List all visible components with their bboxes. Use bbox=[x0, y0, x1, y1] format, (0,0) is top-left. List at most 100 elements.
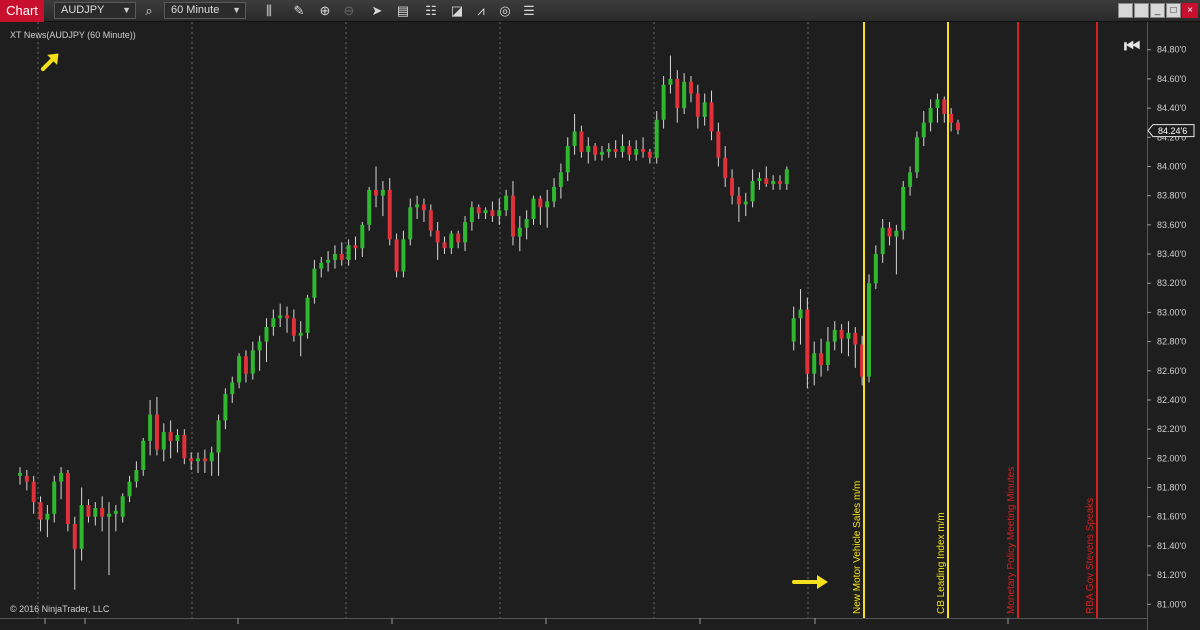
candle-up bbox=[531, 198, 536, 220]
candle-up bbox=[216, 420, 221, 453]
candle-up bbox=[250, 350, 255, 374]
candle-up bbox=[524, 219, 529, 228]
candle-up bbox=[237, 356, 242, 383]
candle-down bbox=[956, 122, 960, 130]
candle-down bbox=[421, 204, 426, 211]
candle-up bbox=[743, 201, 748, 205]
price-axis-label: 82.80'0 bbox=[1157, 337, 1186, 347]
candle-up bbox=[271, 318, 276, 328]
candle-up bbox=[223, 394, 228, 421]
candle-down bbox=[777, 181, 782, 184]
candle-down bbox=[949, 113, 954, 123]
candle-up bbox=[654, 119, 659, 158]
copyright-text: © 2016 NinjaTrader, LLC bbox=[10, 604, 110, 614]
candle-up bbox=[702, 102, 707, 117]
price-axis-label: 84.60'0 bbox=[1157, 74, 1186, 84]
candle-up bbox=[312, 268, 317, 298]
candle-up bbox=[812, 353, 817, 374]
candle-down bbox=[168, 432, 173, 441]
candle-up bbox=[209, 452, 214, 462]
candle-up bbox=[565, 146, 570, 173]
candle-down bbox=[853, 332, 858, 345]
candle-up bbox=[866, 283, 871, 377]
price-axis-label: 81.20'0 bbox=[1157, 570, 1186, 580]
candle-up bbox=[52, 481, 57, 514]
candle-up bbox=[298, 332, 303, 336]
candle-down bbox=[716, 131, 721, 158]
candle-up bbox=[278, 315, 283, 319]
current-price-label: 84.24'6 bbox=[1158, 126, 1187, 136]
price-axis-label: 83.40'0 bbox=[1157, 249, 1186, 259]
candle-down bbox=[154, 414, 159, 450]
candle-up bbox=[257, 341, 262, 351]
candle-up bbox=[326, 259, 331, 263]
candle-down bbox=[764, 178, 769, 184]
candle-up bbox=[175, 434, 180, 441]
candle-down bbox=[942, 99, 947, 114]
candle-down bbox=[887, 227, 892, 237]
price-chart: 84.80'084.60'084.40'084.20'084.00'083.80… bbox=[18, 22, 1195, 624]
price-axis-label: 84.80'0 bbox=[1157, 45, 1186, 55]
candle-up bbox=[79, 505, 84, 549]
candle-up bbox=[161, 432, 166, 450]
candle-up bbox=[668, 78, 673, 85]
candle-up bbox=[264, 327, 269, 342]
candle-up bbox=[682, 81, 687, 109]
candle-up bbox=[928, 108, 933, 123]
price-axis-label: 81.80'0 bbox=[1157, 483, 1186, 493]
candle-up bbox=[825, 341, 830, 365]
candle-down bbox=[374, 189, 379, 196]
candle-down bbox=[442, 242, 447, 249]
candle-up bbox=[771, 181, 776, 184]
price-axis-label: 84.00'0 bbox=[1157, 161, 1186, 171]
candle-down bbox=[285, 315, 290, 319]
price-axis-label: 81.00'0 bbox=[1157, 599, 1186, 609]
candle-up bbox=[497, 210, 502, 217]
candle-down bbox=[839, 329, 844, 339]
candle-down bbox=[435, 230, 440, 243]
candle-up bbox=[120, 496, 125, 517]
candle-up bbox=[558, 172, 563, 187]
candle-down bbox=[736, 195, 741, 205]
candle-up bbox=[319, 262, 324, 269]
news-event-label: CB Leading Index m/m bbox=[936, 512, 947, 614]
candle-down bbox=[723, 157, 728, 179]
candle-down bbox=[805, 309, 810, 374]
candle-down bbox=[291, 318, 296, 336]
candle-down bbox=[593, 146, 598, 155]
candle-up bbox=[750, 181, 755, 202]
candle-down bbox=[86, 505, 91, 517]
candle-up bbox=[504, 195, 509, 211]
price-axis-label: 83.20'0 bbox=[1157, 278, 1186, 288]
candle-up bbox=[141, 440, 146, 471]
candle-up bbox=[586, 146, 591, 152]
price-axis-label: 82.40'0 bbox=[1157, 395, 1186, 405]
candle-up bbox=[620, 146, 625, 152]
candle-up bbox=[798, 309, 803, 319]
candle-up bbox=[572, 131, 577, 147]
candle-up bbox=[914, 137, 919, 173]
candle-down bbox=[675, 78, 680, 109]
candle-down bbox=[613, 148, 618, 152]
candle-up bbox=[880, 227, 885, 255]
news-event-label: New Motor Vehicle Sales m/m bbox=[852, 481, 863, 614]
price-axis-label: 83.00'0 bbox=[1157, 307, 1186, 317]
candle-down bbox=[31, 481, 36, 503]
collapse-panel-icon[interactable]: ⏮ bbox=[1124, 36, 1140, 57]
arrow-part bbox=[817, 575, 828, 589]
candle-up bbox=[332, 254, 337, 260]
candle-down bbox=[394, 239, 399, 272]
price-axis-label: 81.40'0 bbox=[1157, 541, 1186, 551]
candle-up bbox=[901, 186, 906, 231]
candle-up bbox=[935, 99, 940, 109]
candle-up bbox=[599, 151, 604, 155]
candle-up bbox=[908, 172, 913, 187]
candle-down bbox=[189, 458, 194, 462]
candle-down bbox=[641, 148, 646, 152]
candle-down bbox=[202, 458, 207, 462]
candle-up bbox=[367, 189, 372, 225]
candle-up bbox=[634, 148, 639, 155]
price-axis-label: 81.60'0 bbox=[1157, 512, 1186, 522]
candle-up bbox=[127, 481, 132, 497]
candle-up bbox=[415, 204, 420, 208]
